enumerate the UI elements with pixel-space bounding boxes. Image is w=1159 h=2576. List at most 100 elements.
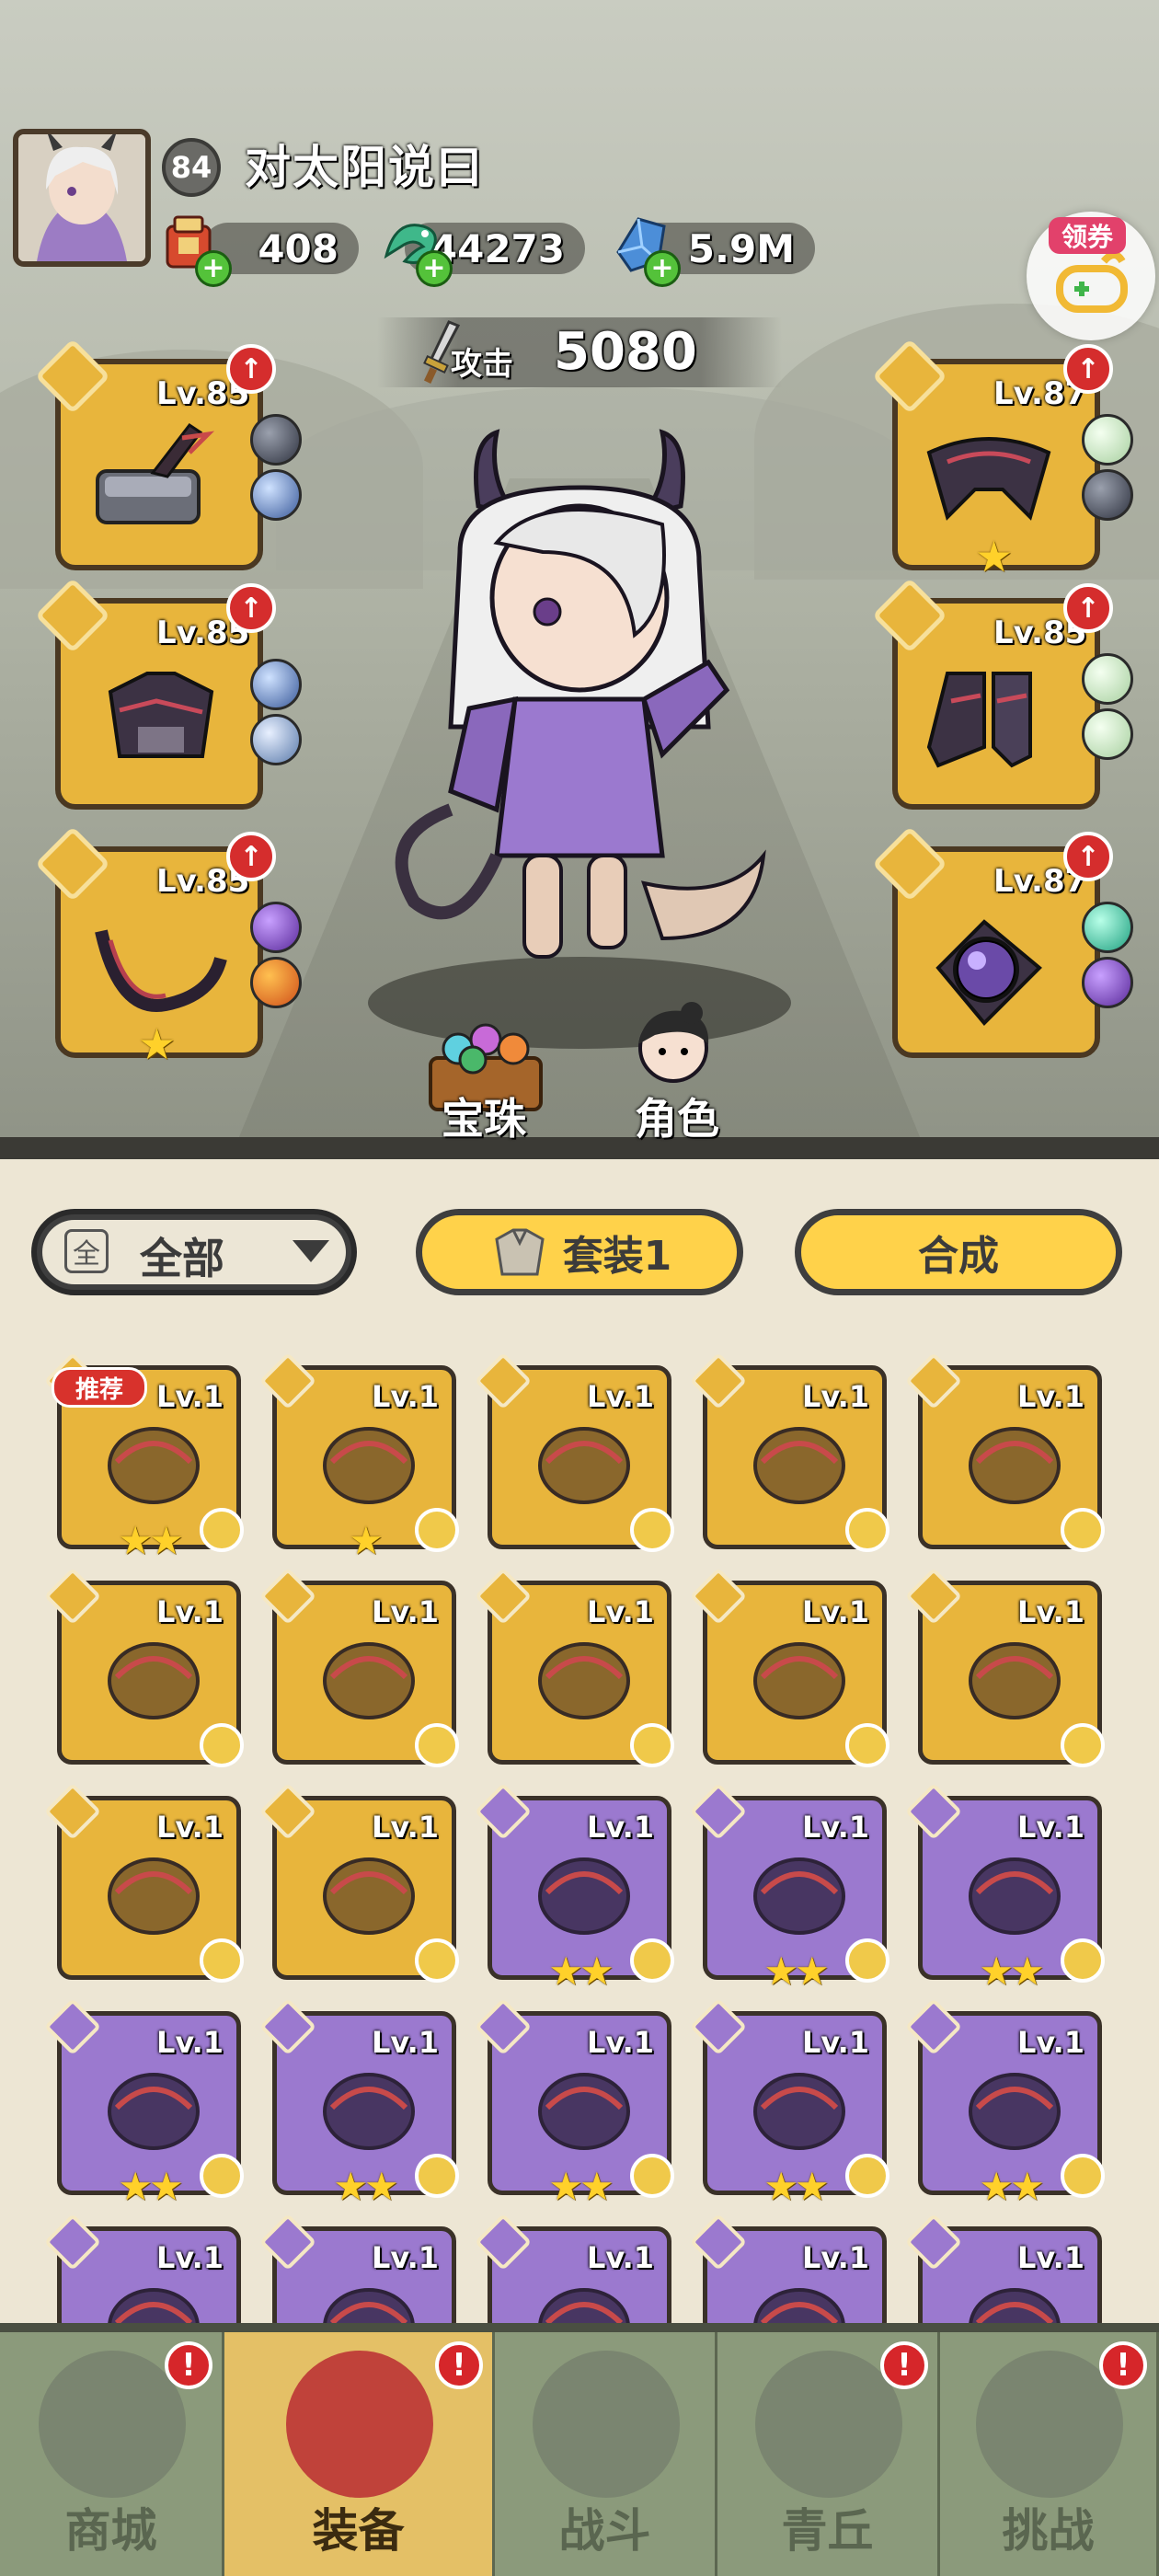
inventory-item-fire-ring[interactable]: Lv.1 xyxy=(474,2213,671,2365)
inventory-item-red-boots[interactable]: Lv.1 ★★ xyxy=(904,1997,1105,2209)
item-level: Lv.1 xyxy=(586,1594,654,1629)
item-level: Lv.1 xyxy=(801,2240,869,2275)
inventory-item-lotus-belt[interactable]: Lv.1 xyxy=(474,1567,674,1767)
equip-slot-ring[interactable]: Lv.87 ↑ xyxy=(871,825,1133,1058)
item-stars: ★★ xyxy=(979,2164,1044,2209)
shop-icon xyxy=(39,2351,186,2498)
inventory-item-ice-ring[interactable]: Lv.1 xyxy=(258,1782,459,1983)
inventory-item-staff[interactable]: Lv.1 ★ xyxy=(258,1351,459,1563)
inventory-item-ice-boots[interactable]: Lv.1 xyxy=(904,1567,1105,1767)
item-stars: ★ xyxy=(349,1518,384,1563)
inventory-item-gold-ring[interactable]: Lv.1 xyxy=(689,2213,887,2365)
nav-tab-1[interactable]: 装备! xyxy=(224,2332,495,2576)
hammer-icon xyxy=(753,1857,845,1935)
lock-icon xyxy=(1061,1723,1105,1767)
lock-icon xyxy=(415,1938,459,1983)
inventory-item-bow[interactable]: Lv.1 ★★ xyxy=(474,1782,674,1994)
orb-ring-icon xyxy=(935,919,1042,1026)
item-level: Lv.1 xyxy=(586,2025,654,2060)
ice-ring-icon xyxy=(323,1857,415,1935)
inventory-item-staff[interactable]: Lv.1 xyxy=(904,2213,1102,2365)
star-icon: ★ xyxy=(975,532,1014,581)
nav-tab-2[interactable]: 战斗 xyxy=(495,2332,717,2576)
gem-socket-icon xyxy=(1082,414,1133,466)
character-portrait-icon xyxy=(638,1002,709,1083)
ice-armor-icon xyxy=(753,1427,845,1504)
fur-necklace-icon xyxy=(323,1642,415,1719)
nav-label: 装备 xyxy=(312,2504,405,2558)
nav-tab-4[interactable]: 挑战! xyxy=(940,2332,1159,2576)
inventory-item-flower-staff[interactable]: Lv.1 xyxy=(474,1351,674,1552)
inventory-item-ice-belt[interactable]: Lv.1 ★★ xyxy=(689,1997,889,2209)
inventory-item-gold-boots[interactable]: Lv.1 xyxy=(43,1782,244,1983)
inventory-item-red-necklace[interactable]: Lv.1 ★★ xyxy=(43,1997,244,2209)
inventory-item-hammer[interactable]: Lv.1 ★★ xyxy=(689,1782,889,1994)
equip-slot-boots[interactable]: Lv.85 ↑ xyxy=(871,577,1133,810)
red-necklace-icon xyxy=(108,1642,200,1719)
add-crystal-button[interactable]: + xyxy=(644,250,681,287)
item-stars: ★★ xyxy=(548,1949,614,1994)
synthesize-button[interactable]: 合成 xyxy=(795,1209,1122,1295)
equip-slot-weapon[interactable]: Lv.85 ↑ xyxy=(34,338,302,570)
equipment-set-label: 套装1 xyxy=(562,1233,672,1280)
item-level: Lv.1 xyxy=(155,1379,224,1414)
item-level: Lv.1 xyxy=(155,2025,224,2060)
flame-armor-icon xyxy=(969,1857,1061,1935)
nav-label: 青丘 xyxy=(781,2504,874,2558)
inventory-item-fur-necklace[interactable]: Lv.1 xyxy=(258,1567,459,1767)
inventory-item-gold-boots[interactable]: Lv.1 xyxy=(258,2213,456,2365)
inventory-item-red-necklace[interactable]: Lv.1 xyxy=(43,1567,244,1767)
dark-necklace-icon xyxy=(95,929,227,1012)
lock-icon xyxy=(415,1723,459,1767)
coupon-label: 领券 xyxy=(1049,217,1126,254)
gem-socket-icon xyxy=(1082,653,1133,705)
inventory-item-thunder-necklace[interactable]: Lv.1 ★★ xyxy=(258,1997,459,2209)
armor-set-icon xyxy=(495,1228,545,1276)
gem-socket-icon xyxy=(250,414,302,466)
player-name: 对太阳说曰 xyxy=(245,141,484,194)
all-category-icon: 全 xyxy=(64,1229,109,1273)
gold-armor-icon xyxy=(969,1427,1061,1504)
mountain-icon xyxy=(755,2351,902,2498)
gem-socket-icon xyxy=(1082,902,1133,953)
recommend-badge: 推荐 xyxy=(52,1367,147,1408)
item-stars: ★★ xyxy=(118,1518,183,1563)
nav-tab-0[interactable]: 商城! xyxy=(0,2332,224,2576)
inventory-item-gold-armor[interactable]: Lv.1 xyxy=(904,1351,1105,1552)
inventory-item-dark-armor[interactable]: Lv.1 xyxy=(43,2213,241,2365)
add-scrolls-button[interactable]: + xyxy=(195,250,232,287)
lock-icon xyxy=(1061,1508,1105,1552)
item-level: Lv.1 xyxy=(801,1594,869,1629)
item-level: Lv.1 xyxy=(155,1594,224,1629)
player-level-badge: 84 xyxy=(162,138,221,197)
crossed-swords-icon xyxy=(533,2351,680,2498)
item-level: Lv.1 xyxy=(1016,1379,1084,1414)
upgrade-arrow-icon: ↑ xyxy=(226,344,276,394)
upgrade-arrow-icon: ↑ xyxy=(226,583,276,633)
player-avatar[interactable] xyxy=(13,129,151,267)
item-level: Lv.1 xyxy=(801,1379,869,1414)
equip-slot-armor[interactable]: Lv.85 ↑ xyxy=(34,577,302,810)
fur-necklace-icon xyxy=(538,2073,630,2150)
nav-tab-3[interactable]: 青丘! xyxy=(717,2332,940,2576)
equipment-set-button[interactable]: 套装1 xyxy=(416,1209,743,1295)
item-level: Lv.1 xyxy=(1016,2025,1084,2060)
category-dropdown-label: 全部 xyxy=(140,1234,224,1283)
lotus-belt-icon xyxy=(538,1642,630,1719)
inventory-item-flame-armor[interactable]: Lv.1 ★★ xyxy=(904,1782,1105,1994)
equip-slot-necklace[interactable]: Lv.85 ↑ ★ xyxy=(34,825,302,1065)
upgrade-arrow-icon: ↑ xyxy=(1063,344,1113,394)
inventory-item-claw-belt[interactable]: Lv.1 xyxy=(689,1567,889,1767)
role-label: 角色 xyxy=(635,1094,719,1144)
inventory-item-ice-armor[interactable]: Lv.1 xyxy=(689,1351,889,1552)
add-jade-button[interactable]: + xyxy=(416,250,453,287)
flower-staff-icon xyxy=(538,1427,630,1504)
inventory-item-fur-necklace[interactable]: Lv.1 ★★ xyxy=(474,1997,674,2209)
alert-icon: ! xyxy=(435,2341,483,2389)
equip-slot-belt[interactable]: Lv.87 ↑ ★ xyxy=(871,338,1133,578)
item-level: Lv.1 xyxy=(1016,1810,1084,1845)
item-level: Lv.1 xyxy=(1016,1594,1084,1629)
upgrade-arrow-icon: ↑ xyxy=(226,832,276,881)
dark-belt-icon xyxy=(926,437,1051,521)
nav-label: 战斗 xyxy=(558,2504,651,2558)
